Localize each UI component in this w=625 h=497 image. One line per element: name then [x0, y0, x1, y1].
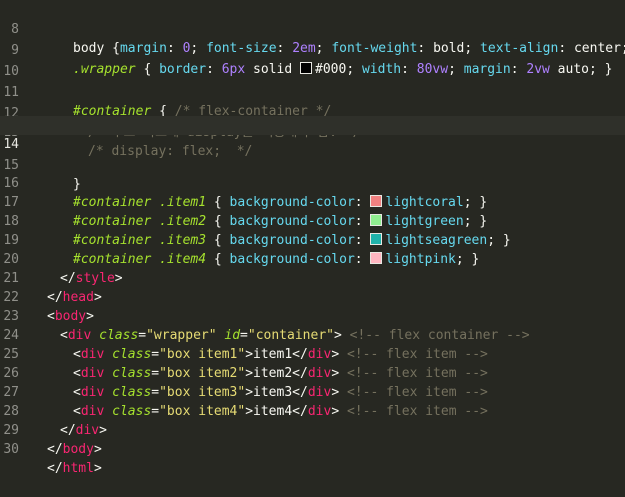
code-line[interactable]: 18 #container .item3 { background-color:…	[0, 193, 625, 248]
code-line[interactable]: 30 </html>	[0, 421, 625, 476]
code-line[interactable]: 12 /* 부모 박스에 display를 적용해야 함. */	[0, 85, 625, 140]
code-line[interactable]: 25 <div class="box item2">item2</div> <!…	[0, 326, 625, 381]
code-line[interactable]: 8 body {margin: 0; font-size: 2em; font-…	[0, 1, 625, 56]
code-line[interactable]: 16 #container .item1 { background-color:…	[0, 155, 625, 210]
code-editor[interactable]: 8 body {margin: 0; font-size: 2em; font-…	[0, 0, 625, 476]
code-line[interactable]: 22 <body>	[0, 269, 625, 324]
code-line[interactable]: 27 <div class="box item4">item4</div> <!…	[0, 364, 625, 419]
code-line[interactable]: 20 </style>	[0, 231, 625, 286]
code-line[interactable]: 23 <div class="wrapper" id="container"> …	[0, 288, 625, 343]
code-line[interactable]: 17 #container .item2 { background-color:…	[0, 174, 625, 229]
code-line[interactable]: 28 </div>	[0, 383, 625, 438]
code-line[interactable]: 11 #container { /* flex-container */	[0, 64, 625, 119]
line-code: </html>	[47, 461, 102, 476]
line-code: </body>	[47, 442, 102, 457]
code-line[interactable]: 21 </head>	[0, 250, 625, 305]
line-number: 30	[3, 442, 19, 457]
code-line[interactable]: 29 </body>	[0, 402, 625, 457]
code-line[interactable]: 24 <div class="box item1">item1</div> <!…	[0, 307, 625, 362]
code-line-active[interactable]: 14	[0, 116, 625, 152]
code-line[interactable]: 9 .wrapper { border: 6px solid #000; wid…	[0, 22, 625, 77]
code-line[interactable]: 10	[0, 43, 625, 79]
code-line[interactable]: 19 #container .item4 { background-color:…	[0, 212, 625, 267]
code-line[interactable]: 15 }	[0, 137, 625, 192]
code-line[interactable]: 26 <div class="box item3">item3</div> <!…	[0, 345, 625, 400]
